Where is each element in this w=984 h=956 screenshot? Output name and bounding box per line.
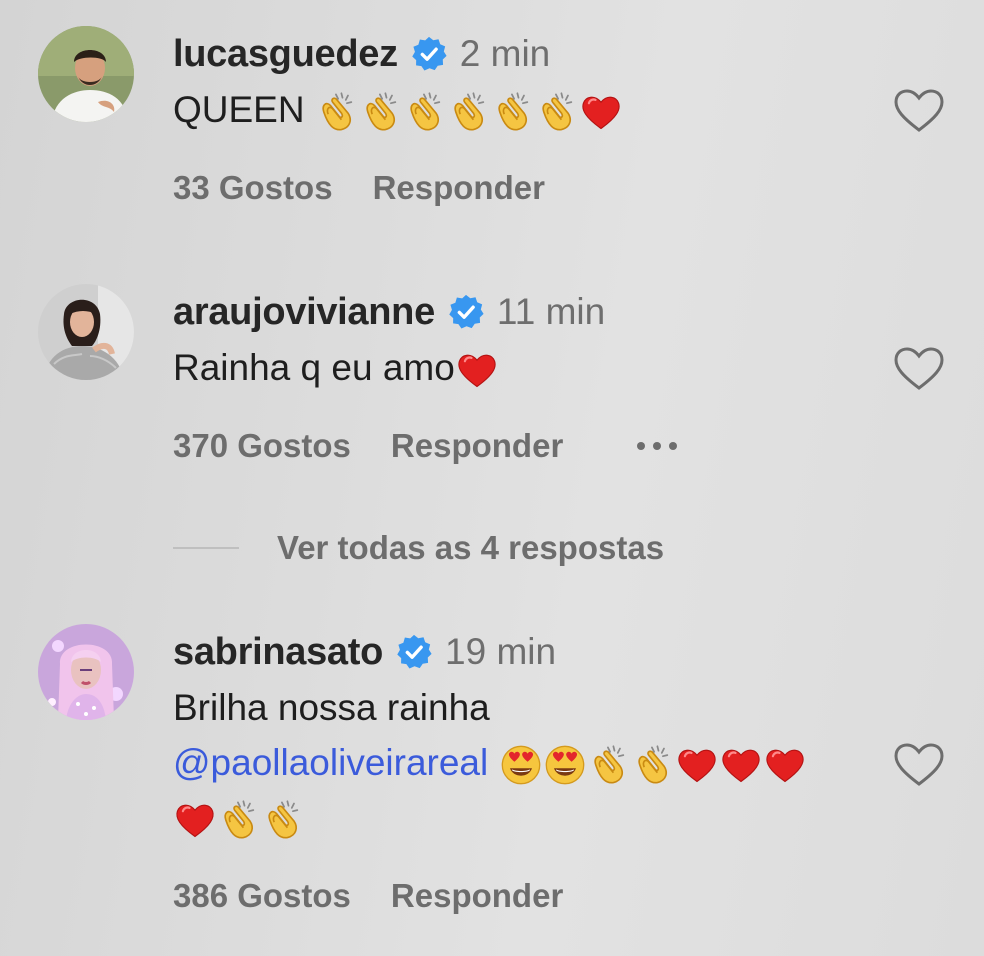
like-heart-icon[interactable] xyxy=(893,88,945,134)
red-heart-icon xyxy=(173,798,217,842)
heart-eyes-icon xyxy=(499,743,543,787)
more-options-icon[interactable] xyxy=(637,442,678,450)
red-heart-icon xyxy=(763,743,807,787)
comment-body: QUEEN xyxy=(173,89,315,130)
view-replies-label[interactable]: Ver todas as 4 respostas xyxy=(277,529,664,567)
red-heart-icon xyxy=(455,348,499,392)
avatar[interactable] xyxy=(38,624,134,720)
clapping-hands-icon xyxy=(261,798,305,842)
clapping-hands-icon xyxy=(315,90,359,134)
verified-badge-icon xyxy=(395,633,433,671)
clapping-hands-icon xyxy=(447,90,491,134)
clapping-hands-icon xyxy=(403,90,447,134)
clapping-hands-icon xyxy=(217,798,261,842)
reply-button[interactable]: Responder xyxy=(373,169,545,207)
verified-badge-icon xyxy=(410,35,448,73)
comment-text: QUEEN xyxy=(173,82,623,137)
heart-eyes-icon xyxy=(543,743,587,787)
timestamp: 2 min xyxy=(459,33,551,74)
avatar[interactable] xyxy=(38,26,134,122)
clapping-hands-icon xyxy=(535,90,579,134)
replies-divider xyxy=(173,547,239,549)
timestamp: 19 min xyxy=(445,631,557,672)
like-heart-icon[interactable] xyxy=(893,742,945,788)
clapping-hands-icon xyxy=(359,90,403,134)
red-heart-icon xyxy=(719,743,763,787)
clapping-hands-icon xyxy=(491,90,535,134)
clapping-hands-icon xyxy=(587,743,631,787)
likes-count[interactable]: 370 Gostos xyxy=(173,427,351,465)
comment-text: Brilha nossa rainha @paollaoliveirareal xyxy=(173,680,807,845)
like-heart-icon[interactable] xyxy=(893,346,945,392)
comment-text: Rainha q eu amo xyxy=(173,340,499,395)
mention-link[interactable]: @paollaoliveirareal xyxy=(173,742,488,783)
likes-count[interactable]: 33 Gostos xyxy=(173,169,333,207)
verified-badge-icon xyxy=(447,293,485,331)
red-heart-icon xyxy=(579,90,623,134)
timestamp: 11 min xyxy=(496,291,606,332)
reply-button[interactable]: Responder xyxy=(391,877,563,915)
comment-body: Brilha nossa rainha xyxy=(173,687,490,728)
reply-button[interactable]: Responder xyxy=(391,427,563,465)
red-heart-icon xyxy=(675,743,719,787)
username[interactable]: araujovivianne xyxy=(173,291,435,334)
view-replies[interactable]: Ver todas as 4 respostas xyxy=(173,526,664,570)
username[interactable]: lucasguedez xyxy=(173,33,398,76)
avatar[interactable] xyxy=(38,284,134,380)
likes-count[interactable]: 386 Gostos xyxy=(173,877,351,915)
clapping-hands-icon xyxy=(631,743,675,787)
username[interactable]: sabrinasato xyxy=(173,631,383,674)
comment-body: Rainha q eu amo xyxy=(173,347,455,388)
